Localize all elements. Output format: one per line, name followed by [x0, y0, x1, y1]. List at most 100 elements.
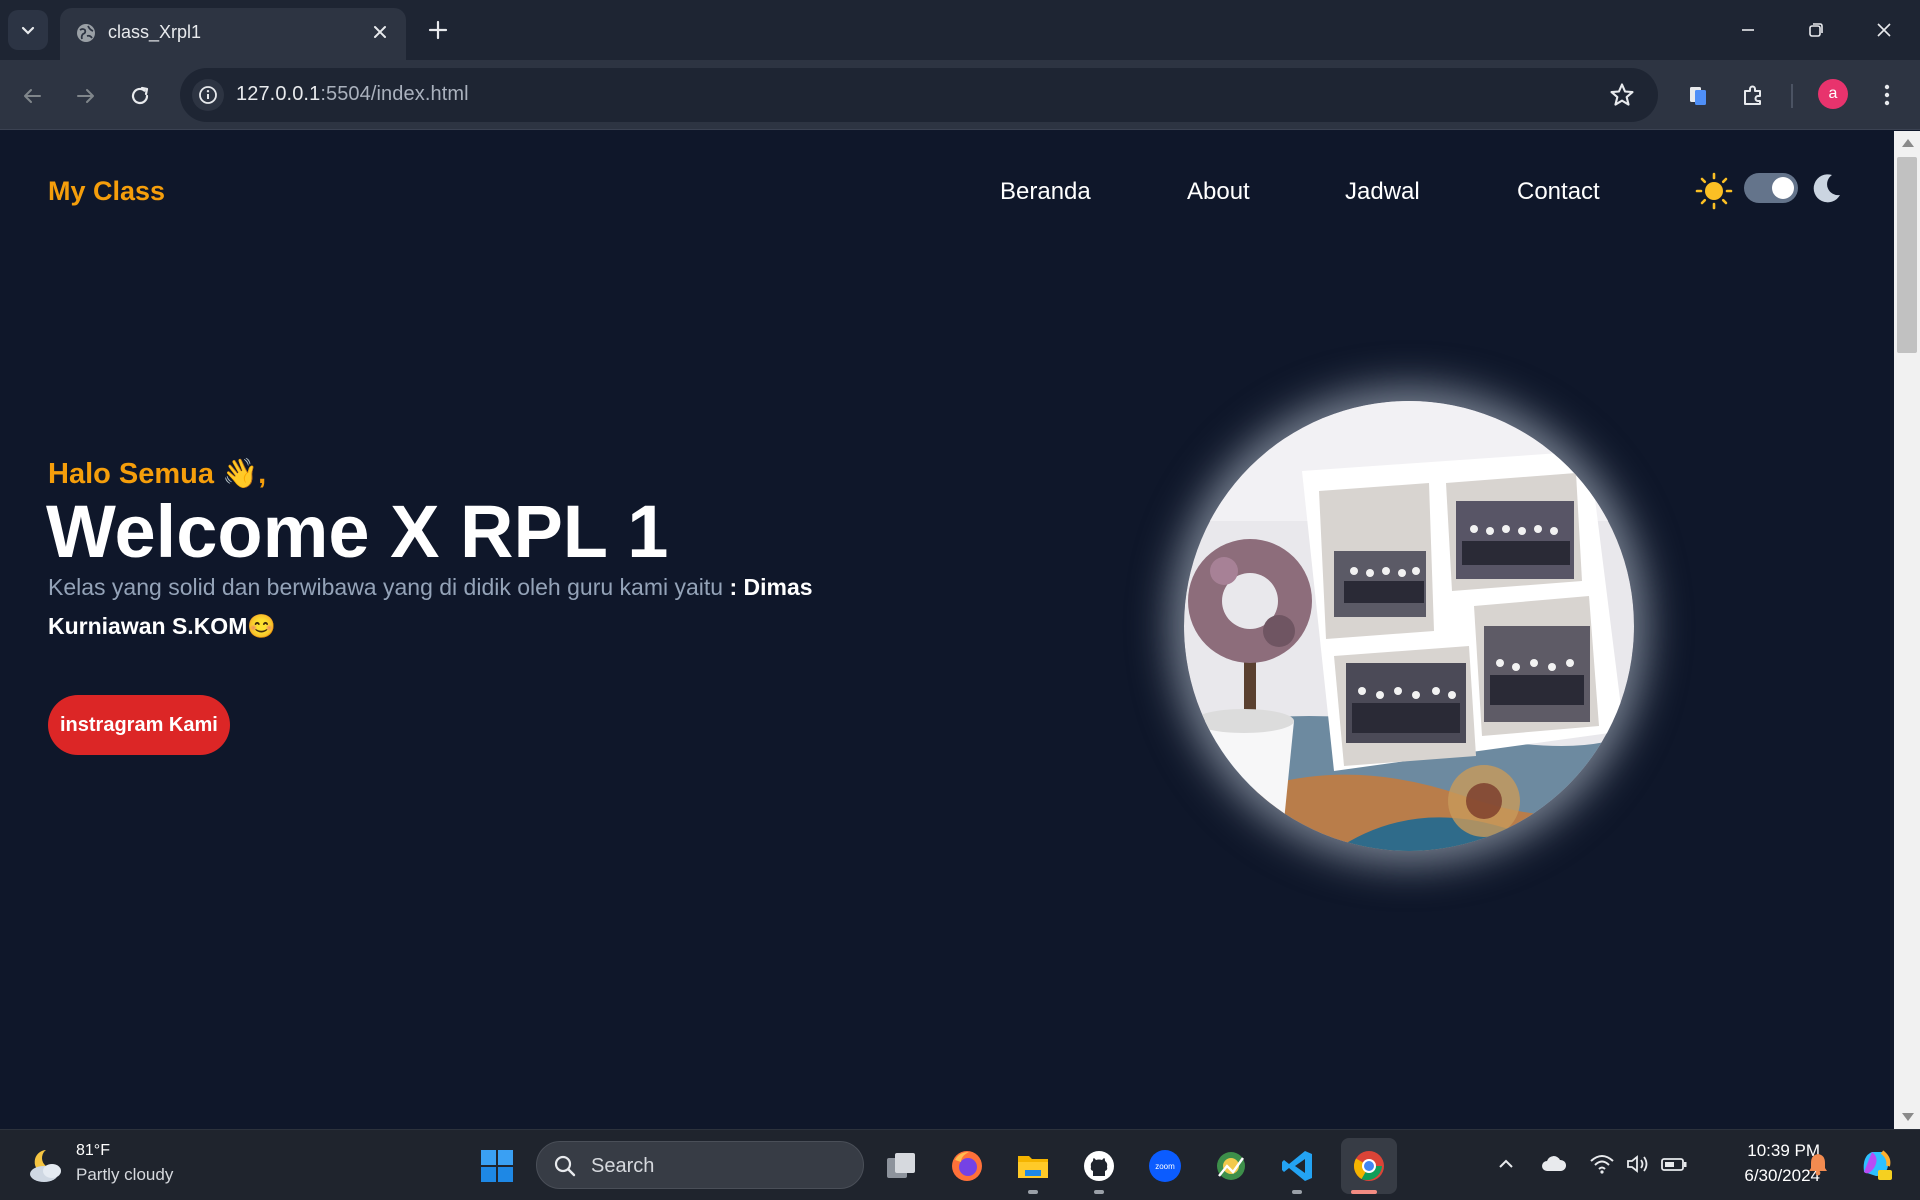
- url-host: 127.0.0.1: [236, 83, 321, 105]
- url-text: 127.0.0.1:5504/index.html: [236, 83, 469, 106]
- browser-tabstrip: class_Xrpl1: [0, 0, 1920, 60]
- github-app[interactable]: [1077, 1144, 1121, 1188]
- vscode-icon: [1282, 1151, 1312, 1181]
- taskbar-search-box[interactable]: Search: [536, 1141, 864, 1189]
- partly-cloudy-night-icon[interactable]: [24, 1144, 68, 1188]
- puzzle-icon: [1744, 85, 1761, 105]
- web-page: My Class Beranda About Jadwal Contact Ha…: [0, 131, 1894, 1129]
- firefox-app[interactable]: [945, 1144, 989, 1188]
- chevron-up-icon: [1499, 1159, 1513, 1168]
- hero-title: Welcome X RPL 1: [46, 490, 669, 573]
- clock-date[interactable]: 6/30/2024: [1700, 1166, 1820, 1186]
- weather-description: Partly cloudy: [76, 1165, 174, 1184]
- show-hidden-icons-button[interactable]: [1492, 1150, 1520, 1178]
- profile-avatar[interactable]: a: [1818, 79, 1848, 109]
- copilot-button[interactable]: [1856, 1144, 1896, 1184]
- copilot-icon: [1863, 1150, 1892, 1180]
- smile-emoji: 😊: [247, 613, 276, 639]
- zoom-icon: zoom: [1149, 1150, 1181, 1182]
- brand-logo[interactable]: My Class: [48, 176, 165, 207]
- restore-icon: [1809, 23, 1823, 37]
- vscode-running-indicator: [1292, 1190, 1302, 1194]
- folder-icon: [1018, 1156, 1048, 1178]
- arrow-left-icon: [24, 89, 41, 103]
- svg-text:zoom: zoom: [1155, 1162, 1175, 1171]
- close-icon[interactable]: [368, 20, 392, 44]
- hero-description: Kelas yang solid dan berwibawa yang di d…: [48, 568, 868, 646]
- task-view-button[interactable]: [879, 1144, 923, 1188]
- address-bar[interactable]: 127.0.0.1:5504/index.html: [180, 68, 1658, 122]
- class-photo-illustration: [1184, 401, 1634, 851]
- new-tab-plus-icon[interactable]: [424, 16, 452, 44]
- battery-tray[interactable]: [1660, 1150, 1688, 1178]
- tab-title: class_Xrpl1: [108, 22, 202, 42]
- volume-tray[interactable]: [1624, 1150, 1652, 1178]
- info-icon: [199, 86, 217, 104]
- file-explorer-app[interactable]: [1011, 1144, 1055, 1188]
- reload-icon: [131, 86, 149, 105]
- metatrader-app[interactable]: [1209, 1144, 1253, 1188]
- scroll-up-arrow-icon[interactable]: [1902, 139, 1914, 147]
- globe-icon: [77, 24, 95, 42]
- notifications-button[interactable]: [1804, 1150, 1832, 1178]
- toggle-knob: [1772, 177, 1794, 199]
- reading-list-button[interactable]: [1681, 78, 1715, 112]
- zoom-app[interactable]: zoom: [1143, 1144, 1187, 1188]
- wifi-icon: [1590, 1155, 1614, 1174]
- tab-search-button[interactable]: [8, 10, 48, 50]
- wifi-tray[interactable]: [1588, 1150, 1616, 1178]
- description-text: Kelas yang solid dan berwibawa yang di d…: [48, 574, 724, 600]
- arrow-right-icon: [77, 89, 94, 103]
- back-button[interactable]: [16, 80, 48, 112]
- start-button[interactable]: [475, 1144, 519, 1188]
- search-placeholder: Search: [591, 1155, 655, 1177]
- bookmark-star-icon[interactable]: [1608, 81, 1636, 109]
- extensions-button[interactable]: [1736, 78, 1770, 112]
- kebab-menu-icon: [1884, 84, 1890, 106]
- hero-greeting: Halo Semua 👋,: [48, 457, 266, 491]
- clock-time[interactable]: 10:39 PM: [1700, 1141, 1820, 1161]
- firefox-icon: [952, 1151, 982, 1181]
- github-running-indicator: [1094, 1190, 1104, 1194]
- browser-tab-active[interactable]: class_Xrpl1: [60, 8, 406, 60]
- waving-hand-emoji: 👋: [222, 458, 259, 490]
- chevron-down-icon: [21, 26, 35, 35]
- onedrive-tray[interactable]: [1540, 1150, 1568, 1178]
- reload-button[interactable]: [124, 80, 156, 112]
- chrome-icon: [1353, 1151, 1384, 1181]
- speaker-icon: [1627, 1155, 1648, 1173]
- moon-icon: [1813, 174, 1840, 203]
- minimize-icon: [1742, 29, 1754, 31]
- nav-link-contact[interactable]: Contact: [1517, 178, 1600, 206]
- instagram-button[interactable]: instragram Kami: [48, 695, 230, 755]
- search-icon: [554, 1155, 576, 1177]
- minimize-button[interactable]: [1732, 14, 1764, 46]
- theme-toggle-switch[interactable]: [1744, 173, 1798, 203]
- close-window-button[interactable]: [1868, 14, 1900, 46]
- nav-link-about[interactable]: About: [1187, 178, 1250, 206]
- task-view-icon: [887, 1153, 915, 1178]
- nav-link-beranda[interactable]: Beranda: [1000, 178, 1091, 206]
- nav-link-jadwal[interactable]: Jadwal: [1345, 178, 1420, 206]
- scroll-thumb[interactable]: [1897, 157, 1917, 353]
- browser-toolbar: 127.0.0.1:5504/index.html a: [0, 60, 1920, 130]
- windows-taskbar: 81°F Partly cloudy Search zoom 10:39 PM …: [0, 1129, 1920, 1200]
- restore-button[interactable]: [1800, 14, 1832, 46]
- documents-icon: [1690, 87, 1706, 105]
- greeting-comma: ,: [258, 458, 267, 490]
- scroll-down-arrow-icon[interactable]: [1902, 1113, 1914, 1121]
- site-info-button[interactable]: [192, 79, 224, 111]
- vscode-app[interactable]: [1275, 1144, 1319, 1188]
- forward-button[interactable]: [70, 80, 102, 112]
- page-scrollbar[interactable]: [1894, 131, 1920, 1129]
- toolbar-separator: [1791, 84, 1793, 108]
- menu-button[interactable]: [1870, 78, 1904, 112]
- class-photo: [1184, 401, 1634, 851]
- chrome-app-active[interactable]: [1341, 1138, 1397, 1194]
- bell-icon: [1809, 1154, 1827, 1176]
- chrome-active-indicator: [1351, 1190, 1377, 1194]
- battery-icon: [1661, 1158, 1687, 1171]
- cloud-icon: [1542, 1156, 1567, 1171]
- url-path: :5504/index.html: [320, 83, 469, 105]
- github-icon: [1084, 1151, 1114, 1181]
